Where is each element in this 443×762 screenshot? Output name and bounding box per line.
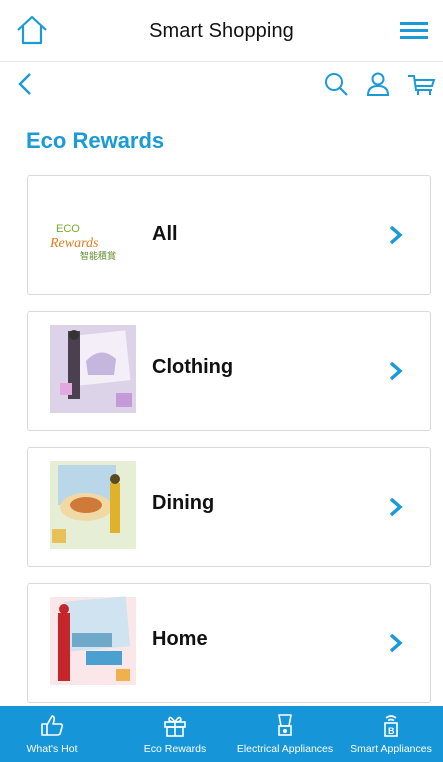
menu-icon[interactable] (397, 14, 431, 48)
logo-rewards-text: Rewards (49, 236, 99, 251)
category-card-clothing[interactable]: Clothing (27, 311, 431, 431)
logo-chinese-text: 智能積賞 (80, 250, 116, 262)
category-label: All (152, 223, 178, 245)
thumbs-up-icon (41, 715, 64, 736)
chevron-right-icon[interactable] (388, 360, 404, 382)
nav-item-smart-appliances[interactable]: B Smart Appliances (341, 706, 441, 762)
app-title: Smart Shopping (149, 20, 294, 42)
category-card-dining[interactable]: Dining (27, 447, 431, 567)
nav-label: Smart Appliances (350, 743, 432, 755)
nav-label: What's Hot (26, 743, 78, 755)
category-card-all[interactable]: ECO Rewards 智能積賞 All (27, 175, 431, 295)
gift-icon (164, 716, 186, 737)
category-label: Clothing (152, 356, 234, 378)
category-label: Dining (152, 492, 215, 514)
chevron-right-icon[interactable] (388, 496, 404, 518)
top-bar: Smart Shopping (0, 0, 443, 62)
blender-icon (278, 714, 292, 736)
clothing-photo (50, 325, 136, 413)
page-title: Eco Rewards (26, 128, 165, 153)
nav-label: Eco Rewards (143, 743, 207, 755)
user-icon[interactable] (364, 70, 392, 98)
logo-eco-text: ECO (56, 223, 80, 235)
cart-icon[interactable] (406, 70, 436, 98)
back-icon[interactable] (12, 70, 40, 98)
nav-item-electrical-appliances[interactable]: Electrical Appliances (230, 706, 340, 762)
chevron-right-icon[interactable] (388, 632, 404, 654)
svg-text:B: B (388, 726, 395, 736)
dining-photo (50, 461, 136, 549)
nav-label: Electrical Appliances (236, 743, 334, 755)
category-label: Home (152, 628, 208, 650)
action-bar (0, 62, 443, 106)
home-photo (50, 596, 136, 685)
smart-appliance-icon: B (384, 715, 398, 737)
eco-rewards-logo: ECO Rewards 智能積賞 (49, 223, 116, 262)
search-icon[interactable] (322, 70, 350, 98)
category-card-home[interactable]: Home (27, 583, 431, 703)
nav-item-eco-rewards[interactable]: Eco Rewards (120, 706, 230, 762)
chevron-right-icon[interactable] (388, 224, 404, 246)
bottom-nav: What's Hot Eco Rewards Electrical Applia… (0, 706, 443, 762)
nav-item-whats-hot[interactable]: What's Hot (2, 706, 102, 762)
